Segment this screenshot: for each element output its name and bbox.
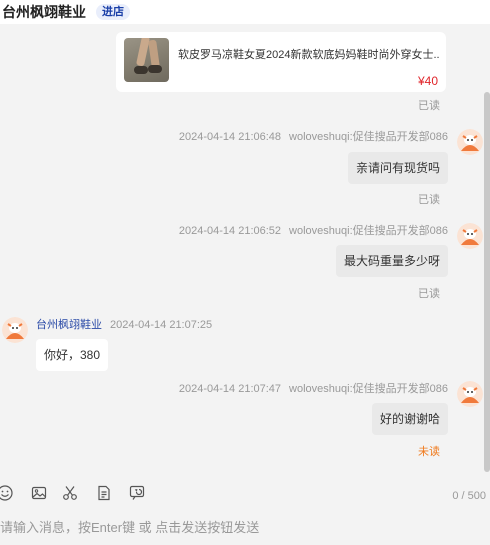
scissors-icon[interactable] <box>61 484 79 502</box>
user-avatar[interactable] <box>457 381 483 407</box>
message-sender[interactable]: 台州枫翊鞋业 <box>36 319 102 331</box>
order-icon[interactable] <box>95 484 113 502</box>
cow-avatar-icon <box>457 223 483 249</box>
image-icon[interactable] <box>30 484 48 502</box>
message-sender: woloveshuqi:促佳搜品开发部086 <box>289 225 448 237</box>
message-time: 2024-04-14 21:07:25 <box>110 319 213 331</box>
unread-status: 未读 <box>418 446 440 458</box>
cow-avatar-icon <box>2 317 28 343</box>
scrollbar[interactable] <box>484 92 490 472</box>
message-meta: 2024-04-14 21:07:47 woloveshuqi:促佳搜品开发部08… <box>179 380 448 396</box>
cow-avatar-icon <box>457 129 483 155</box>
input-toolbar: 0 / 500 <box>0 484 490 508</box>
read-status: 已读 <box>418 100 440 112</box>
chat-header: 台州枫翊鞋业 进店 <box>0 0 490 24</box>
message-meta: 台州枫翊鞋业 2024-04-14 21:07:25 <box>36 316 212 332</box>
message-meta: 2024-04-14 21:06:52 woloveshuqi:促佳搜品开发部08… <box>179 222 448 238</box>
read-status: 已读 <box>418 194 440 206</box>
product-card[interactable]: 软皮罗马凉鞋女夏2024新款软底妈妈鞋时尚外穿女士... ¥40 <box>116 32 446 92</box>
message-time: 2024-04-14 21:07:47 <box>178 383 282 395</box>
cow-avatar-icon <box>457 381 483 407</box>
product-title[interactable]: 软皮罗马凉鞋女夏2024新款软底妈妈鞋时尚外穿女士... <box>178 46 440 62</box>
shop-name: 台州枫翊鞋业 <box>2 4 86 20</box>
message-bubble[interactable]: 好的谢谢哈 <box>371 403 448 435</box>
message-sender: woloveshuqi:促佳搜品开发部086 <box>289 131 448 143</box>
shop-avatar[interactable] <box>2 317 28 343</box>
product-image[interactable] <box>124 38 169 82</box>
char-counter: 0 / 500 <box>452 490 486 502</box>
history-icon[interactable] <box>128 484 146 502</box>
message-time: 2024-04-14 21:06:52 <box>178 225 282 237</box>
message-bubble[interactable]: 你好，380 <box>36 339 109 371</box>
enter-shop-button[interactable]: 进店 <box>96 4 130 20</box>
message-bubble[interactable]: 最大码重量多少呀 <box>335 245 448 277</box>
message-list[interactable]: 软皮罗马凉鞋女夏2024新款软底妈妈鞋时尚外穿女士... ¥40 已读 2024… <box>0 24 484 474</box>
message-input[interactable]: 请输入消息，按Enter键 或 点击发送按钮发送 <box>0 517 259 536</box>
read-status: 已读 <box>418 288 440 300</box>
product-price: ¥40 <box>417 74 438 88</box>
message-time: 2024-04-14 21:06:48 <box>178 131 282 143</box>
emoji-icon[interactable] <box>0 484 14 502</box>
message-sender: woloveshuqi:促佳搜品开发部086 <box>289 383 448 395</box>
user-avatar[interactable] <box>457 129 483 155</box>
user-avatar[interactable] <box>457 223 483 249</box>
message-meta: 2024-04-14 21:06:48 woloveshuqi:促佳搜品开发部08… <box>179 128 448 144</box>
message-bubble[interactable]: 亲请问有现货吗 <box>347 152 448 184</box>
